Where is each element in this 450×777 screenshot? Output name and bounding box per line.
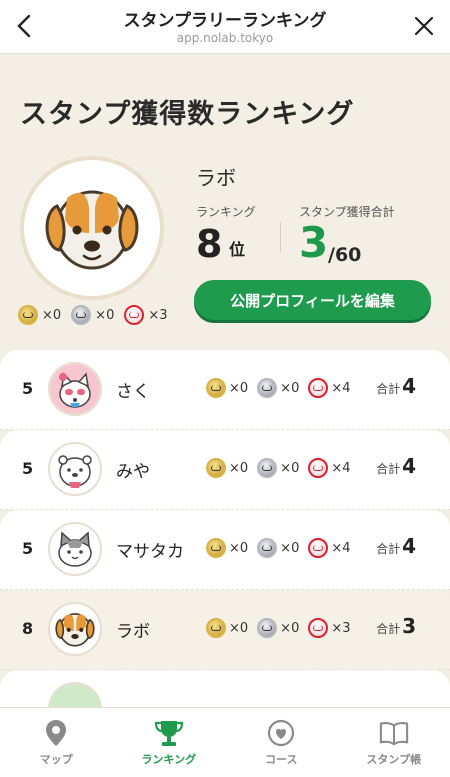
stat-divider xyxy=(280,222,281,252)
row-name: マサタカ xyxy=(116,542,184,562)
sum-value: 3 xyxy=(402,614,416,638)
row-total: 合計 4 xyxy=(376,374,416,398)
silver-count: ×0 xyxy=(280,460,300,476)
total-value: 3 xyxy=(299,218,329,267)
heart-circle-icon xyxy=(268,719,295,747)
silver-count: ×0 xyxy=(95,307,115,323)
top-bar: スタンプラリーランキング app.nolab.tokyo xyxy=(0,0,450,54)
gold-medal-icon xyxy=(206,378,226,398)
row-avatar xyxy=(48,362,102,416)
red-medal-icon xyxy=(308,458,329,478)
tab-course[interactable]: コース xyxy=(225,708,338,777)
gold-medal-icon xyxy=(18,305,38,325)
sum-value: 4 xyxy=(402,374,416,398)
rank-label: ランキング xyxy=(196,205,256,219)
ranking-row-current-user[interactable]: 8 ラボ ×0 ×0 ×3 合計 3 xyxy=(0,590,450,670)
row-name: みや xyxy=(116,462,150,482)
silver-medal-icon xyxy=(257,618,278,638)
sum-label: 合計 xyxy=(376,382,401,396)
silver-medal-icon xyxy=(257,378,278,398)
row-name: ラボ xyxy=(116,622,150,642)
gold-count: ×0 xyxy=(229,620,249,636)
row-avatar xyxy=(48,442,102,496)
row-total: 合計 3 xyxy=(376,614,416,638)
row-total: 合計 4 xyxy=(376,534,416,558)
sum-value: 4 xyxy=(402,534,416,558)
row-medal-counts: ×0 ×0 ×4 xyxy=(206,378,357,398)
row-rank: 8 xyxy=(22,619,34,638)
close-icon xyxy=(414,16,434,36)
silver-count: ×0 xyxy=(280,620,300,636)
page-title: スタンプラリーランキング xyxy=(123,11,327,31)
row-total: 合計 4 xyxy=(376,454,416,478)
red-count: ×4 xyxy=(331,540,351,556)
tab-stamp-book[interactable]: スタンプ帳 xyxy=(338,708,450,777)
white-dog-icon xyxy=(50,444,100,494)
red-count: ×4 xyxy=(331,460,351,476)
rank-value: 8 xyxy=(196,222,223,266)
beagle-dog-icon xyxy=(45,190,139,270)
tab-label: ランキング xyxy=(141,753,197,766)
gold-medal-icon xyxy=(206,538,226,558)
row-medal-counts: ×0 ×0 ×3 xyxy=(206,618,357,638)
trophy-icon xyxy=(154,721,183,746)
tab-label: マップ xyxy=(39,753,73,766)
ranking-row[interactable]: 5 マサタカ ×0 ×0 ×4 合計 4 xyxy=(0,510,450,590)
ranking-row[interactable]: 5 みや ×0 ×0 ×4 合計 4 xyxy=(0,430,450,510)
red-medal-icon xyxy=(308,618,329,638)
sum-value: 4 xyxy=(402,454,416,478)
red-medal-icon xyxy=(308,538,329,558)
bottom-tab-bar: マップ ランキング コース スタンプ帳 xyxy=(0,707,450,777)
gold-count: ×0 xyxy=(229,460,249,476)
grey-cat-icon xyxy=(50,524,100,574)
total-max: /60 xyxy=(328,244,362,266)
tab-label: コース xyxy=(265,753,298,766)
sum-label: 合計 xyxy=(376,462,401,476)
tab-ranking[interactable]: ランキング xyxy=(113,708,226,777)
tab-map[interactable]: マップ xyxy=(0,708,113,777)
row-rank: 5 xyxy=(22,379,34,398)
close-button[interactable] xyxy=(410,10,438,42)
ranking-row-partial[interactable] xyxy=(0,670,450,736)
ranking-row[interactable]: 5 さく ×0 ×0 ×4 合計 4 xyxy=(0,350,450,430)
cat-with-bow-icon xyxy=(50,364,100,414)
row-medal-counts: ×0 ×0 ×4 xyxy=(206,458,357,478)
edit-public-profile-button[interactable]: 公開プロフィールを編集 xyxy=(194,280,431,320)
silver-medal-icon xyxy=(257,458,278,478)
red-count: ×3 xyxy=(331,620,351,636)
row-rank: 5 xyxy=(22,459,34,478)
silver-medal-icon xyxy=(71,305,92,325)
gold-count: ×0 xyxy=(229,380,249,396)
red-count: ×4 xyxy=(331,380,351,396)
row-medal-counts: ×0 ×0 ×4 xyxy=(206,538,357,558)
gold-count: ×0 xyxy=(229,540,249,556)
silver-count: ×0 xyxy=(280,540,300,556)
row-avatar xyxy=(48,602,102,656)
gold-medal-icon xyxy=(206,618,226,638)
red-medal-icon xyxy=(308,378,329,398)
beagle-dog-icon xyxy=(55,613,95,647)
book-icon xyxy=(379,722,408,746)
row-name: さく xyxy=(116,382,150,402)
tab-label: スタンプ帳 xyxy=(366,753,422,766)
red-count: ×3 xyxy=(148,307,168,323)
map-pin-icon xyxy=(46,720,67,746)
row-rank: 5 xyxy=(22,539,34,558)
rank-unit: 位 xyxy=(229,240,246,259)
gold-count: ×0 xyxy=(42,307,62,323)
sum-label: 合計 xyxy=(376,622,401,636)
page-url: app.nolab.tokyo xyxy=(176,31,274,45)
sum-label: 合計 xyxy=(376,542,401,556)
silver-count: ×0 xyxy=(280,380,300,396)
ranking-list: 5 さく ×0 ×0 ×4 合計 4 5 みや ×0 ×0 ×4 合計 4 5 … xyxy=(0,350,450,736)
ranking-headline: スタンプ獲得数ランキング xyxy=(20,99,355,130)
profile-medal-counts: ×0 ×0 ×3 xyxy=(18,305,174,325)
gold-medal-icon xyxy=(206,458,226,478)
profile-avatar xyxy=(20,156,164,300)
silver-medal-icon xyxy=(257,538,278,558)
red-medal-icon xyxy=(124,305,145,325)
row-avatar xyxy=(48,522,102,576)
profile-name: ラボ xyxy=(196,166,236,190)
